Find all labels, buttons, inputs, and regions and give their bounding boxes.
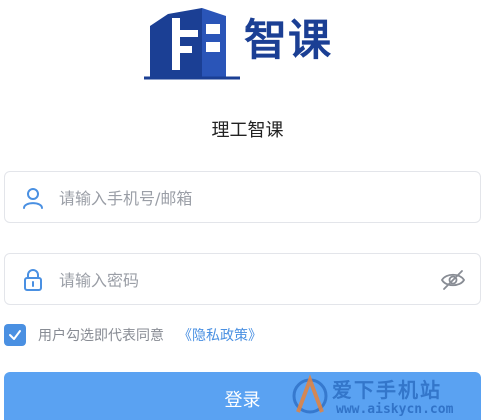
agreement-text: 用户勾选即代表同意 bbox=[38, 328, 164, 344]
password-input[interactable] bbox=[59, 264, 419, 296]
watermark-title: 爱下手机站 bbox=[332, 378, 442, 402]
lock-icon bbox=[24, 269, 42, 291]
watermark: 爱下手机站 www.aiskycn.com bbox=[290, 370, 490, 420]
check-icon bbox=[9, 330, 21, 340]
logo-building-icon bbox=[144, 8, 240, 80]
phone-email-field[interactable] bbox=[4, 171, 481, 223]
agreement-checkbox[interactable] bbox=[4, 324, 26, 346]
watermark-logo-icon bbox=[292, 374, 328, 414]
privacy-policy-link[interactable]: 《隐私政策》 bbox=[178, 325, 262, 345]
user-icon bbox=[23, 188, 43, 209]
password-field[interactable] bbox=[4, 253, 481, 305]
eye-off-icon[interactable] bbox=[440, 268, 466, 292]
watermark-url: www.aiskycn.com bbox=[336, 402, 454, 417]
app-title: 理工智课 bbox=[211, 120, 284, 141]
phone-email-input[interactable] bbox=[59, 182, 419, 214]
agreement-row: 用户勾选即代表同意 《隐私政策》 bbox=[4, 322, 262, 348]
logo-text: 智课 bbox=[244, 16, 332, 66]
